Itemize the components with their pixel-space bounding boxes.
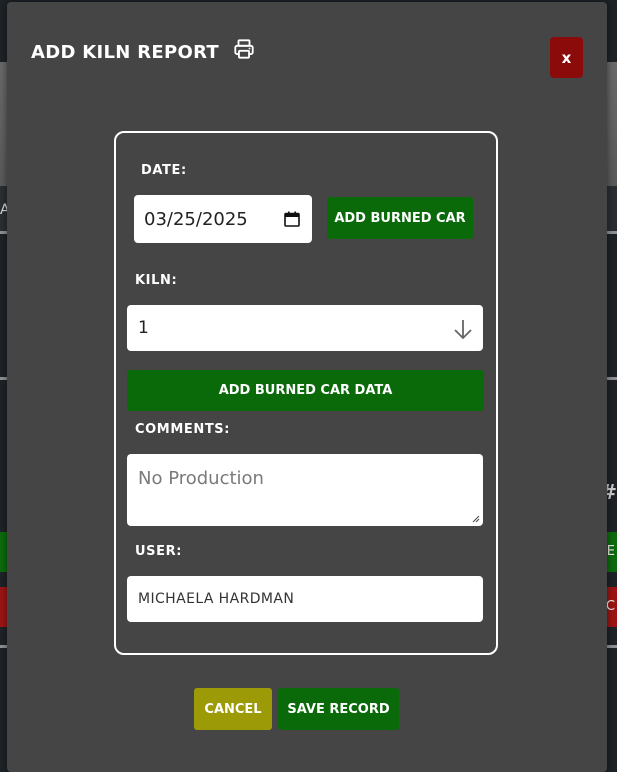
comments-label: COMMENTS: (135, 422, 231, 437)
user-field[interactable]: MICHAELA HARDMAN (127, 576, 483, 622)
date-input[interactable]: 03/25/2025 (134, 195, 312, 243)
add-burned-car-data-button[interactable]: ADD BURNED CAR DATA (127, 370, 484, 411)
kiln-selected-value: 1 (138, 318, 149, 338)
user-value: MICHAELA HARDMAN (138, 591, 295, 607)
add-kiln-report-modal: ADD KILN REPORT x DATE: 03/25/2025 ADD B… (7, 2, 607, 772)
save-record-button[interactable]: SAVE RECORD (278, 688, 399, 730)
kiln-label: KILN: (135, 273, 178, 288)
modal-title: ADD KILN REPORT (31, 42, 220, 63)
background-peek-text: C (605, 599, 615, 614)
background-peek-text: E (606, 544, 615, 559)
cancel-button[interactable]: CANCEL (194, 688, 272, 730)
add-burned-car-button[interactable]: ADD BURNED CAR (327, 197, 473, 239)
kiln-select[interactable]: 1 (127, 305, 483, 351)
resize-handle-icon[interactable] (472, 515, 480, 523)
arrow-down-icon (454, 320, 472, 340)
comments-placeholder: No Production (138, 468, 264, 489)
comments-textarea[interactable]: No Production (127, 454, 483, 526)
calendar-icon[interactable] (284, 211, 300, 227)
kiln-report-form: DATE: 03/25/2025 ADD BURNED CAR KILN: 1 … (114, 131, 498, 655)
print-icon[interactable] (233, 38, 255, 60)
date-label: DATE: (141, 163, 187, 178)
close-button[interactable]: x (550, 37, 583, 78)
user-label: USER: (135, 544, 183, 559)
date-value: 03/25/2025 (144, 208, 248, 230)
